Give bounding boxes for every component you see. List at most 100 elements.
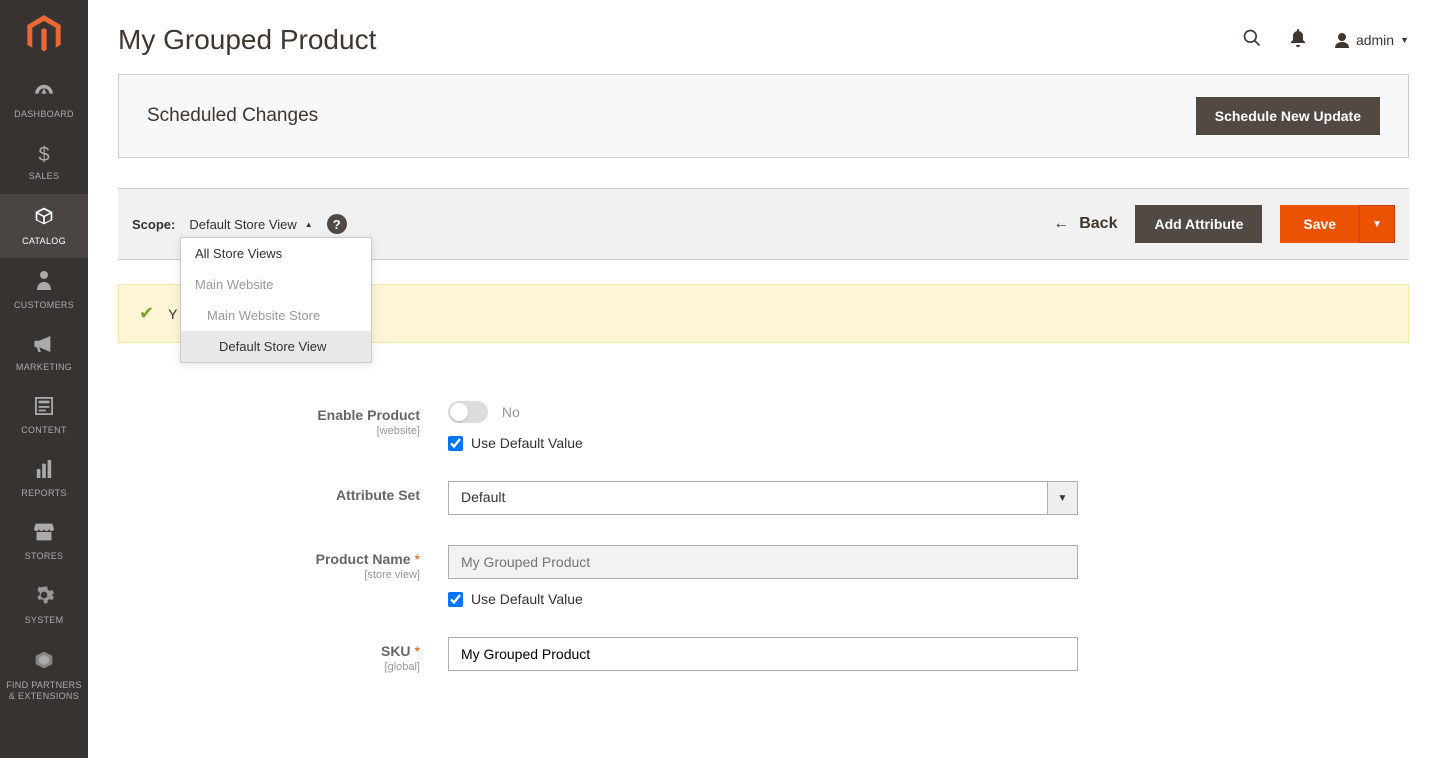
topbar: My Grouped Product admin ▼ — [118, 0, 1409, 74]
nav-customers[interactable]: CUSTOMERS — [0, 258, 88, 323]
scope-dropdown: All Store Views Main Website Main Websit… — [180, 237, 372, 363]
enable-product-field: No Use Default Value — [448, 401, 1078, 451]
search-button[interactable] — [1242, 28, 1262, 53]
required-marker: * — [415, 551, 420, 567]
back-label: Back — [1079, 215, 1117, 233]
product-form: Enable Product [website] No Use Default … — [118, 401, 1409, 743]
scope-option-main-website: Main Website — [181, 269, 371, 300]
enable-product-scope: [website] — [118, 425, 420, 437]
sku-scope: [global] — [118, 661, 420, 673]
nav-system[interactable]: SYSTEM — [0, 573, 88, 638]
gear-icon — [34, 585, 54, 611]
scope-option-all-store-views[interactable]: All Store Views — [181, 238, 371, 269]
schedule-new-update-button[interactable]: Schedule New Update — [1196, 97, 1380, 135]
content-icon — [35, 397, 53, 421]
bell-icon — [1290, 29, 1306, 47]
reports-icon — [35, 460, 53, 484]
sku-label: SKU — [381, 643, 411, 659]
sku-row: SKU* [global] — [118, 637, 1409, 673]
nav-partners[interactable]: FIND PARTNERS & EXTENSIONS — [0, 638, 88, 714]
attribute-set-row: Attribute Set Default ▼ — [118, 481, 1409, 515]
save-dropdown-button[interactable]: ▼ — [1359, 205, 1395, 243]
scope-option-default-store-view[interactable]: Default Store View — [181, 331, 371, 362]
nav-dashboard[interactable]: DASHBOARD — [0, 70, 88, 132]
help-icon[interactable]: ? — [327, 214, 347, 234]
back-button[interactable]: ← Back — [1053, 215, 1117, 233]
product-name-input[interactable] — [448, 545, 1078, 579]
product-name-use-default-row: Use Default Value — [448, 591, 1078, 607]
nav-label: SYSTEM — [25, 615, 64, 626]
scope-label: Scope: — [132, 217, 175, 232]
catalog-icon — [34, 206, 54, 232]
scope-section: Scope: Default Store View ▲ ? — [132, 214, 347, 234]
topbar-actions: admin ▼ — [1242, 28, 1409, 53]
enable-product-label: Enable Product — [317, 407, 420, 423]
admin-sidebar: DASHBOARD $ SALES CATALOG CUSTOMERS MARK… — [0, 0, 88, 758]
scheduled-changes-title: Scheduled Changes — [147, 105, 318, 127]
main-content: My Grouped Product admin ▼ Scheduled Cha… — [88, 0, 1439, 743]
arrow-left-icon: ← — [1053, 215, 1069, 233]
nav-label: REPORTS — [21, 488, 66, 499]
magento-logo-icon — [26, 15, 62, 55]
attribute-set-value: Default — [449, 482, 1047, 514]
partners-icon — [34, 650, 54, 676]
attribute-set-select[interactable]: Default ▼ — [448, 481, 1078, 515]
product-name-field: Use Default Value — [448, 545, 1078, 607]
add-attribute-button[interactable]: Add Attribute — [1135, 205, 1262, 243]
triangle-up-icon: ▲ — [305, 220, 313, 229]
nav-label: CONTENT — [21, 425, 67, 436]
enable-product-use-default-row: Use Default Value — [448, 435, 1078, 451]
product-name-label-col: Product Name* [store view] — [118, 545, 448, 581]
user-name: admin — [1356, 32, 1394, 48]
search-icon — [1242, 28, 1262, 48]
user-menu[interactable]: admin ▼ — [1334, 32, 1409, 48]
toggle-knob — [450, 403, 468, 421]
scope-option-main-website-store: Main Website Store — [181, 300, 371, 331]
save-button-group: Save ▼ — [1280, 205, 1395, 243]
nav-label: DASHBOARD — [14, 109, 74, 120]
nav-content[interactable]: CONTENT — [0, 385, 88, 448]
nav-marketing[interactable]: MARKETING — [0, 323, 88, 385]
action-bar: Scope: Default Store View ▲ ? ← Back Add… — [118, 188, 1409, 260]
product-name-scope: [store view] — [118, 569, 420, 581]
nav-stores[interactable]: STORES — [0, 511, 88, 574]
attribute-set-field: Default ▼ — [448, 481, 1078, 515]
chevron-down-icon: ▼ — [1047, 482, 1077, 514]
user-icon — [1334, 32, 1350, 48]
required-marker: * — [415, 643, 420, 659]
dashboard-icon — [33, 82, 55, 105]
enable-product-use-default-checkbox[interactable] — [448, 436, 463, 451]
magento-logo[interactable] — [0, 0, 88, 70]
scheduled-changes-panel: Scheduled Changes Schedule New Update — [118, 74, 1409, 158]
notice-text: Y — [168, 306, 177, 322]
sku-label-col: SKU* [global] — [118, 637, 448, 673]
nav-label: SALES — [29, 171, 60, 182]
enable-product-toggle[interactable] — [448, 401, 488, 423]
chevron-down-icon: ▼ — [1400, 35, 1409, 45]
person-icon — [37, 270, 51, 296]
actionbar-right: ← Back Add Attribute Save ▼ — [1053, 205, 1395, 243]
enable-product-label-col: Enable Product [website] — [118, 401, 448, 437]
nav-sales[interactable]: $ SALES — [0, 132, 88, 194]
product-name-use-default-checkbox[interactable] — [448, 592, 463, 607]
save-button[interactable]: Save — [1280, 205, 1359, 243]
check-icon: ✔ — [139, 303, 154, 324]
nav-label: FIND PARTNERS & EXTENSIONS — [6, 680, 82, 702]
nav-catalog[interactable]: CATALOG — [0, 194, 88, 259]
dollar-icon: $ — [38, 144, 49, 167]
product-name-row: Product Name* [store view] Use Default V… — [118, 545, 1409, 607]
nav-reports[interactable]: REPORTS — [0, 448, 88, 511]
attribute-set-label-col: Attribute Set — [118, 481, 448, 503]
scope-selector[interactable]: Default Store View ▲ — [189, 217, 312, 232]
sku-field — [448, 637, 1078, 671]
enable-product-value: No — [502, 404, 520, 420]
enable-product-row: Enable Product [website] No Use Default … — [118, 401, 1409, 451]
notifications-button[interactable] — [1290, 29, 1306, 52]
nav-label: MARKETING — [16, 362, 72, 373]
page-title: My Grouped Product — [118, 24, 376, 56]
nav-label: CATALOG — [22, 236, 66, 247]
nav-label: CUSTOMERS — [14, 300, 74, 311]
sku-input[interactable] — [448, 637, 1078, 671]
stores-icon — [34, 523, 54, 547]
enable-product-use-default-label: Use Default Value — [471, 435, 583, 451]
